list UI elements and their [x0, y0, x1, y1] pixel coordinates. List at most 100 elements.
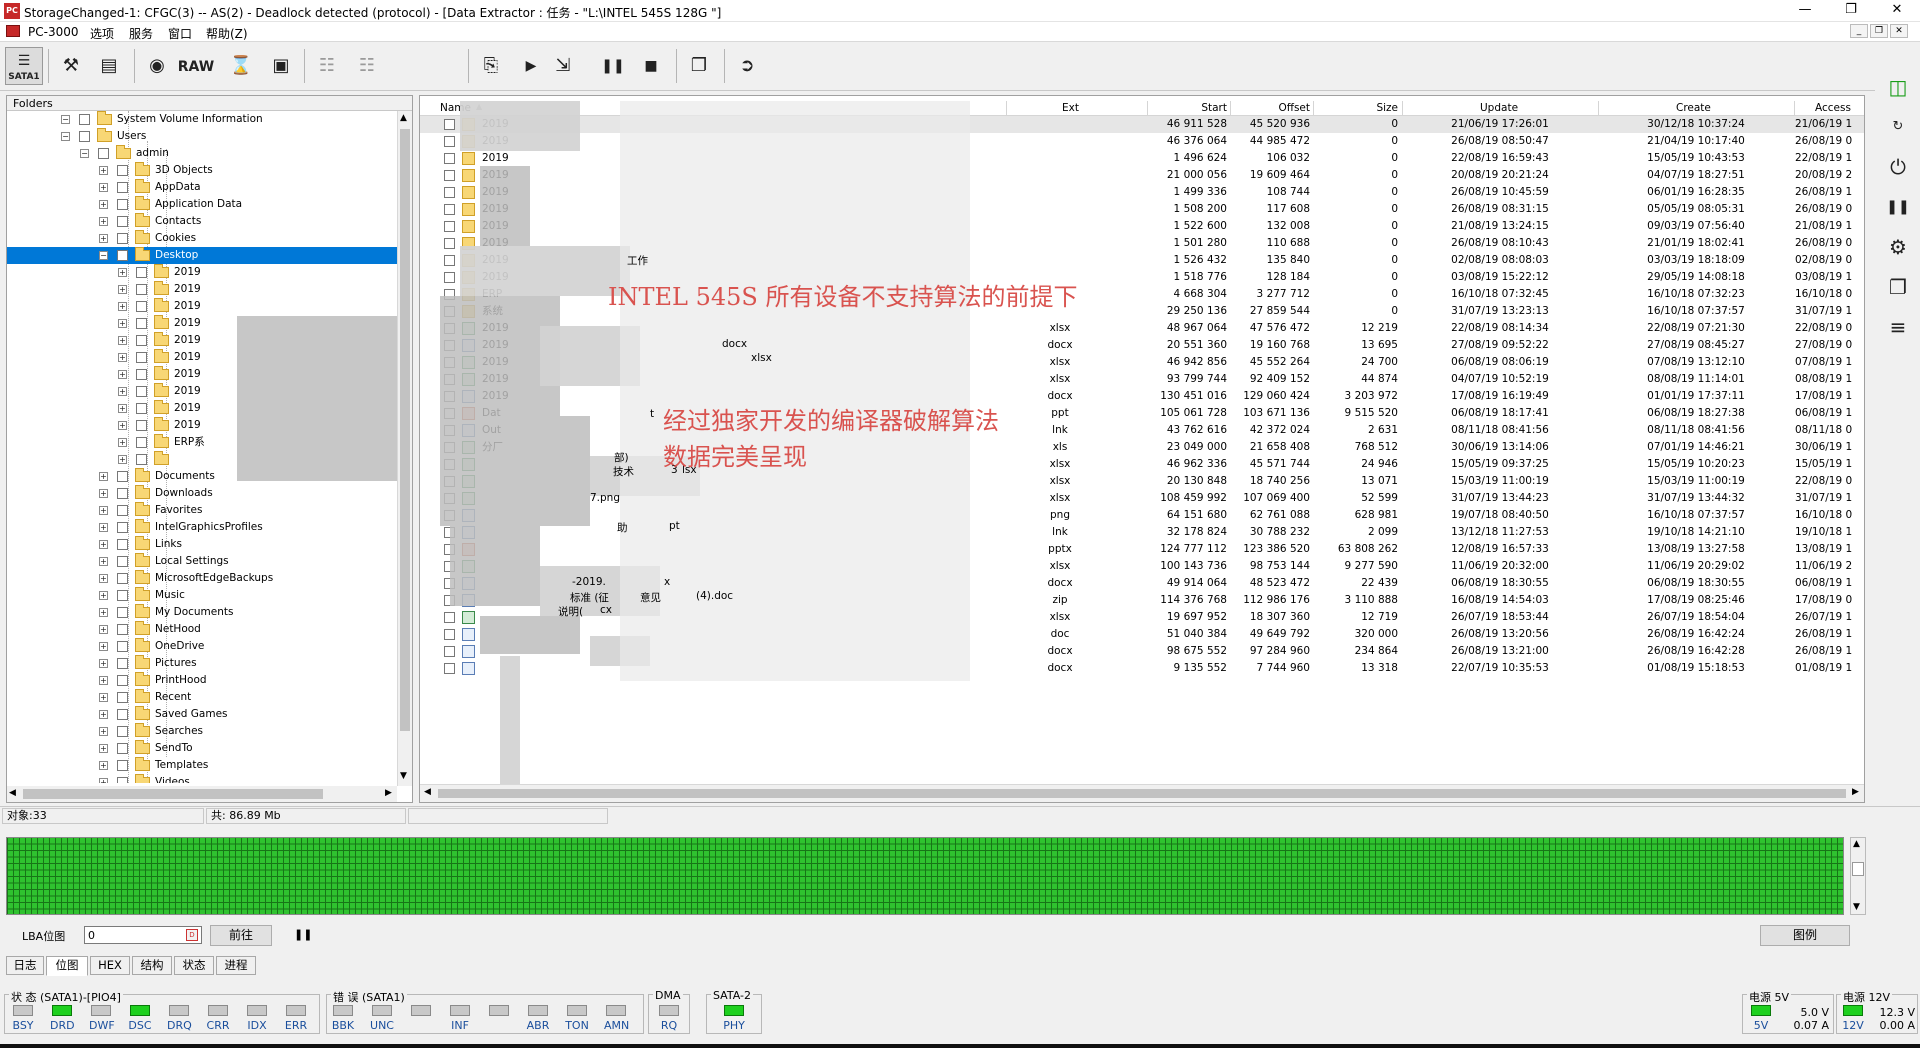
folder-checkbox[interactable]: [117, 199, 128, 210]
col-size[interactable]: Size: [1314, 102, 1398, 114]
expand-icon[interactable]: +: [118, 302, 127, 311]
file-checkbox[interactable]: [444, 272, 455, 283]
scroll-left-icon[interactable]: ◀: [424, 787, 431, 797]
export-icon[interactable]: ⎘: [472, 47, 510, 85]
bitmap-scroll-thumb[interactable]: [1852, 862, 1864, 876]
folder-checkbox[interactable]: [98, 148, 109, 159]
folder-row[interactable]: + Contacts: [7, 213, 397, 230]
folder-checkbox[interactable]: [117, 743, 128, 754]
col-ext[interactable]: Ext: [1062, 102, 1079, 114]
legend-button[interactable]: 图例: [1760, 925, 1850, 946]
collapse-icon[interactable]: −: [61, 132, 70, 141]
power-off-icon[interactable]: ⏻: [1880, 150, 1916, 184]
folder-row[interactable]: + My Documents: [7, 604, 397, 621]
binoculars-icon[interactable]: ◉: [138, 47, 176, 85]
expand-icon[interactable]: +: [99, 659, 108, 668]
folder-checkbox[interactable]: [117, 488, 128, 499]
expand-icon[interactable]: +: [99, 676, 108, 685]
expand-icon[interactable]: +: [118, 438, 127, 447]
scroll-right-icon[interactable]: ▶: [1852, 787, 1859, 797]
expand-icon[interactable]: +: [118, 370, 127, 379]
folder-checkbox[interactable]: [117, 233, 128, 244]
expand-icon[interactable]: +: [99, 574, 108, 583]
folder-checkbox[interactable]: [117, 522, 128, 533]
connector-icon[interactable]: ≡: [1880, 310, 1916, 344]
mdi-close-icon[interactable]: ✕: [1890, 24, 1908, 38]
folder-checkbox[interactable]: [117, 624, 128, 635]
folder-row[interactable]: + Videos: [7, 774, 397, 783]
expand-icon[interactable]: +: [118, 421, 127, 430]
folder-checkbox[interactable]: [136, 386, 147, 397]
pause-icon[interactable]: ❚❚: [294, 928, 312, 941]
folder-checkbox[interactable]: [136, 267, 147, 278]
folder-row[interactable]: +2019: [7, 298, 397, 315]
file-checkbox[interactable]: [444, 136, 455, 147]
expand-icon[interactable]: +: [99, 217, 108, 226]
file-checkbox[interactable]: [444, 187, 455, 198]
tab-structure[interactable]: 结构: [132, 956, 172, 975]
menu-item-options[interactable]: 选项: [90, 25, 114, 42]
scroll-right-icon[interactable]: ▶: [385, 788, 392, 798]
folder-checkbox[interactable]: [117, 692, 128, 703]
menu-item-help[interactable]: 帮助(Z): [206, 25, 248, 42]
folder-row[interactable]: + PrintHood: [7, 672, 397, 689]
tools-icon[interactable]: ⚒: [52, 47, 90, 85]
file-checkbox[interactable]: [444, 204, 455, 215]
tab-log[interactable]: 日志: [6, 956, 44, 975]
folder-checkbox[interactable]: [117, 471, 128, 482]
hourglass-icon[interactable]: ⌛: [222, 47, 260, 85]
folder-row[interactable]: + Links: [7, 536, 397, 553]
file-hscroll-thumb[interactable]: [438, 789, 1846, 798]
number-mode-icon[interactable]: D: [186, 929, 198, 941]
tab-status[interactable]: 状态: [174, 956, 214, 975]
folder-row[interactable]: + IntelGraphicsProfiles: [7, 519, 397, 536]
folder-vscrollbar[interactable]: ▲ ▼: [397, 111, 412, 786]
folder-checkbox[interactable]: [136, 318, 147, 329]
expand-icon[interactable]: +: [99, 200, 108, 209]
folder-checkbox[interactable]: [117, 216, 128, 227]
step-icon[interactable]: ⇲: [544, 47, 582, 85]
collapse-icon[interactable]: −: [80, 149, 89, 158]
folder-row[interactable]: + AppData: [7, 179, 397, 196]
file-hscrollbar[interactable]: ◀ ▶: [420, 784, 1864, 802]
expand-icon[interactable]: +: [99, 183, 108, 192]
folder-row[interactable]: + Application Data: [7, 196, 397, 213]
expand-icon[interactable]: +: [99, 523, 108, 532]
expand-icon[interactable]: +: [118, 353, 127, 362]
file-checkbox[interactable]: [444, 221, 455, 232]
folder-checkbox[interactable]: [117, 607, 128, 618]
file-checkbox[interactable]: [444, 612, 455, 623]
menu-item-window[interactable]: 窗口: [168, 25, 192, 42]
expand-icon[interactable]: +: [118, 319, 127, 328]
expand-icon[interactable]: +: [99, 693, 108, 702]
folder-row[interactable]: − admin: [7, 145, 397, 162]
folder-checkbox[interactable]: [136, 301, 147, 312]
expand-icon[interactable]: +: [99, 506, 108, 515]
folder-checkbox[interactable]: [79, 114, 90, 125]
col-offset[interactable]: Offset: [1231, 102, 1310, 114]
file-checkbox[interactable]: [444, 170, 455, 181]
menu-item-pc3000[interactable]: PC-3000: [28, 25, 78, 39]
mdi-restore-icon[interactable]: ❐: [1870, 24, 1888, 38]
folder-checkbox[interactable]: [117, 165, 128, 176]
sata-port-button[interactable]: ☰ SATA1: [5, 47, 43, 85]
folder-checkbox[interactable]: [136, 420, 147, 431]
folder-checkbox[interactable]: [136, 454, 147, 465]
scroll-down-icon[interactable]: ▼: [1853, 902, 1860, 912]
folder-hscrollbar[interactable]: ◀ ▶: [7, 786, 397, 802]
scroll-left-icon[interactable]: ◀: [9, 788, 16, 798]
expand-icon[interactable]: +: [99, 608, 108, 617]
folder-row[interactable]: + Local Settings: [7, 553, 397, 570]
disk-icon[interactable]: ▣: [262, 47, 300, 85]
copy-side-icon[interactable]: ❐: [1880, 270, 1916, 304]
folder-row[interactable]: +2019: [7, 264, 397, 281]
expand-icon[interactable]: +: [118, 268, 127, 277]
file-checkbox[interactable]: [444, 238, 455, 249]
settings-side-icon[interactable]: ⚙: [1880, 230, 1916, 264]
expand-icon[interactable]: +: [118, 455, 127, 464]
folder-checkbox[interactable]: [117, 658, 128, 669]
folder-row[interactable]: + NetHood: [7, 621, 397, 638]
folder-row[interactable]: + Cookies: [7, 230, 397, 247]
folder-row[interactable]: − System Volume Information: [7, 111, 397, 128]
expand-icon[interactable]: +: [99, 727, 108, 736]
